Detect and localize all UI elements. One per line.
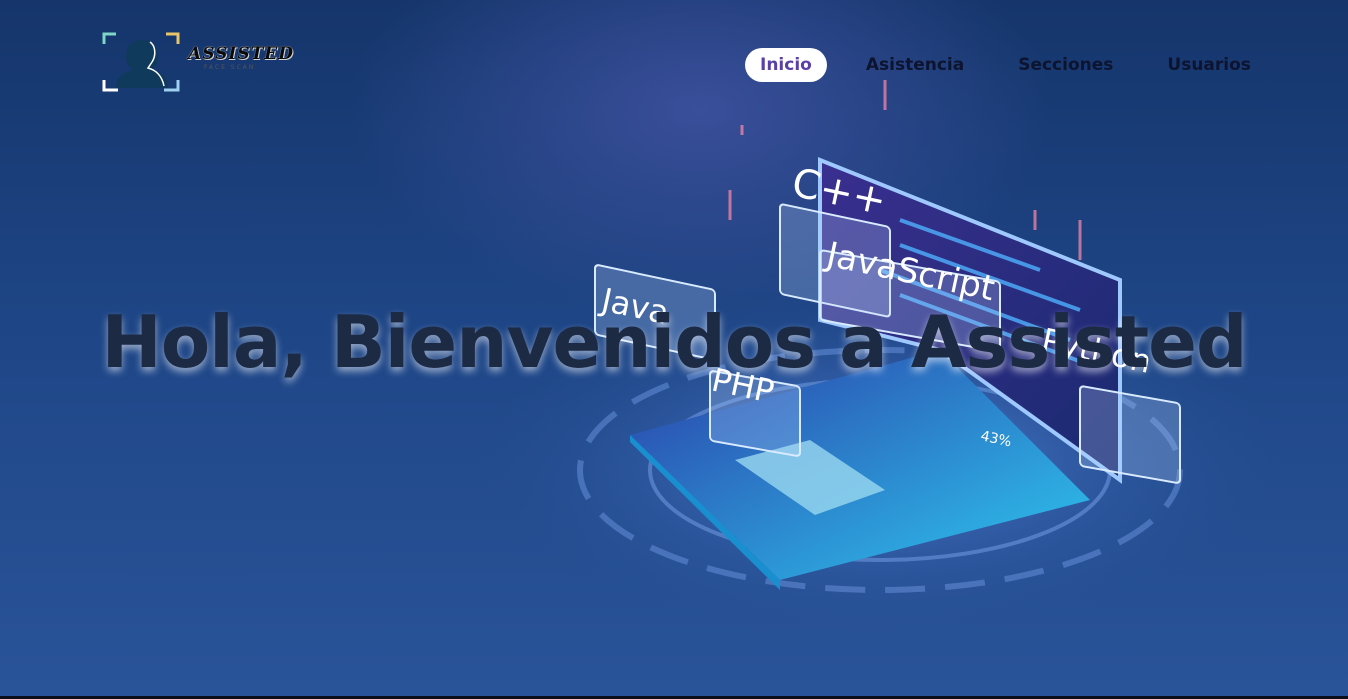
nav-usuarios[interactable]: Usuarios — [1152, 48, 1266, 82]
nav-asistencia[interactable]: Asistencia — [851, 48, 979, 82]
hero-title: Hola, Bienvenidos a Assisted — [101, 300, 1247, 384]
nav-secciones[interactable]: Secciones — [1003, 48, 1128, 82]
logo-subtitle: FACE SCAN — [204, 64, 256, 71]
logo[interactable]: ASSISTED FACE SCAN — [100, 30, 300, 94]
nav-inicio[interactable]: Inicio — [745, 48, 827, 82]
face-scan-icon — [102, 32, 180, 92]
main-nav: Inicio Asistencia Secciones Usuarios — [745, 48, 1290, 82]
logo-title: ASSISTED — [188, 44, 294, 64]
